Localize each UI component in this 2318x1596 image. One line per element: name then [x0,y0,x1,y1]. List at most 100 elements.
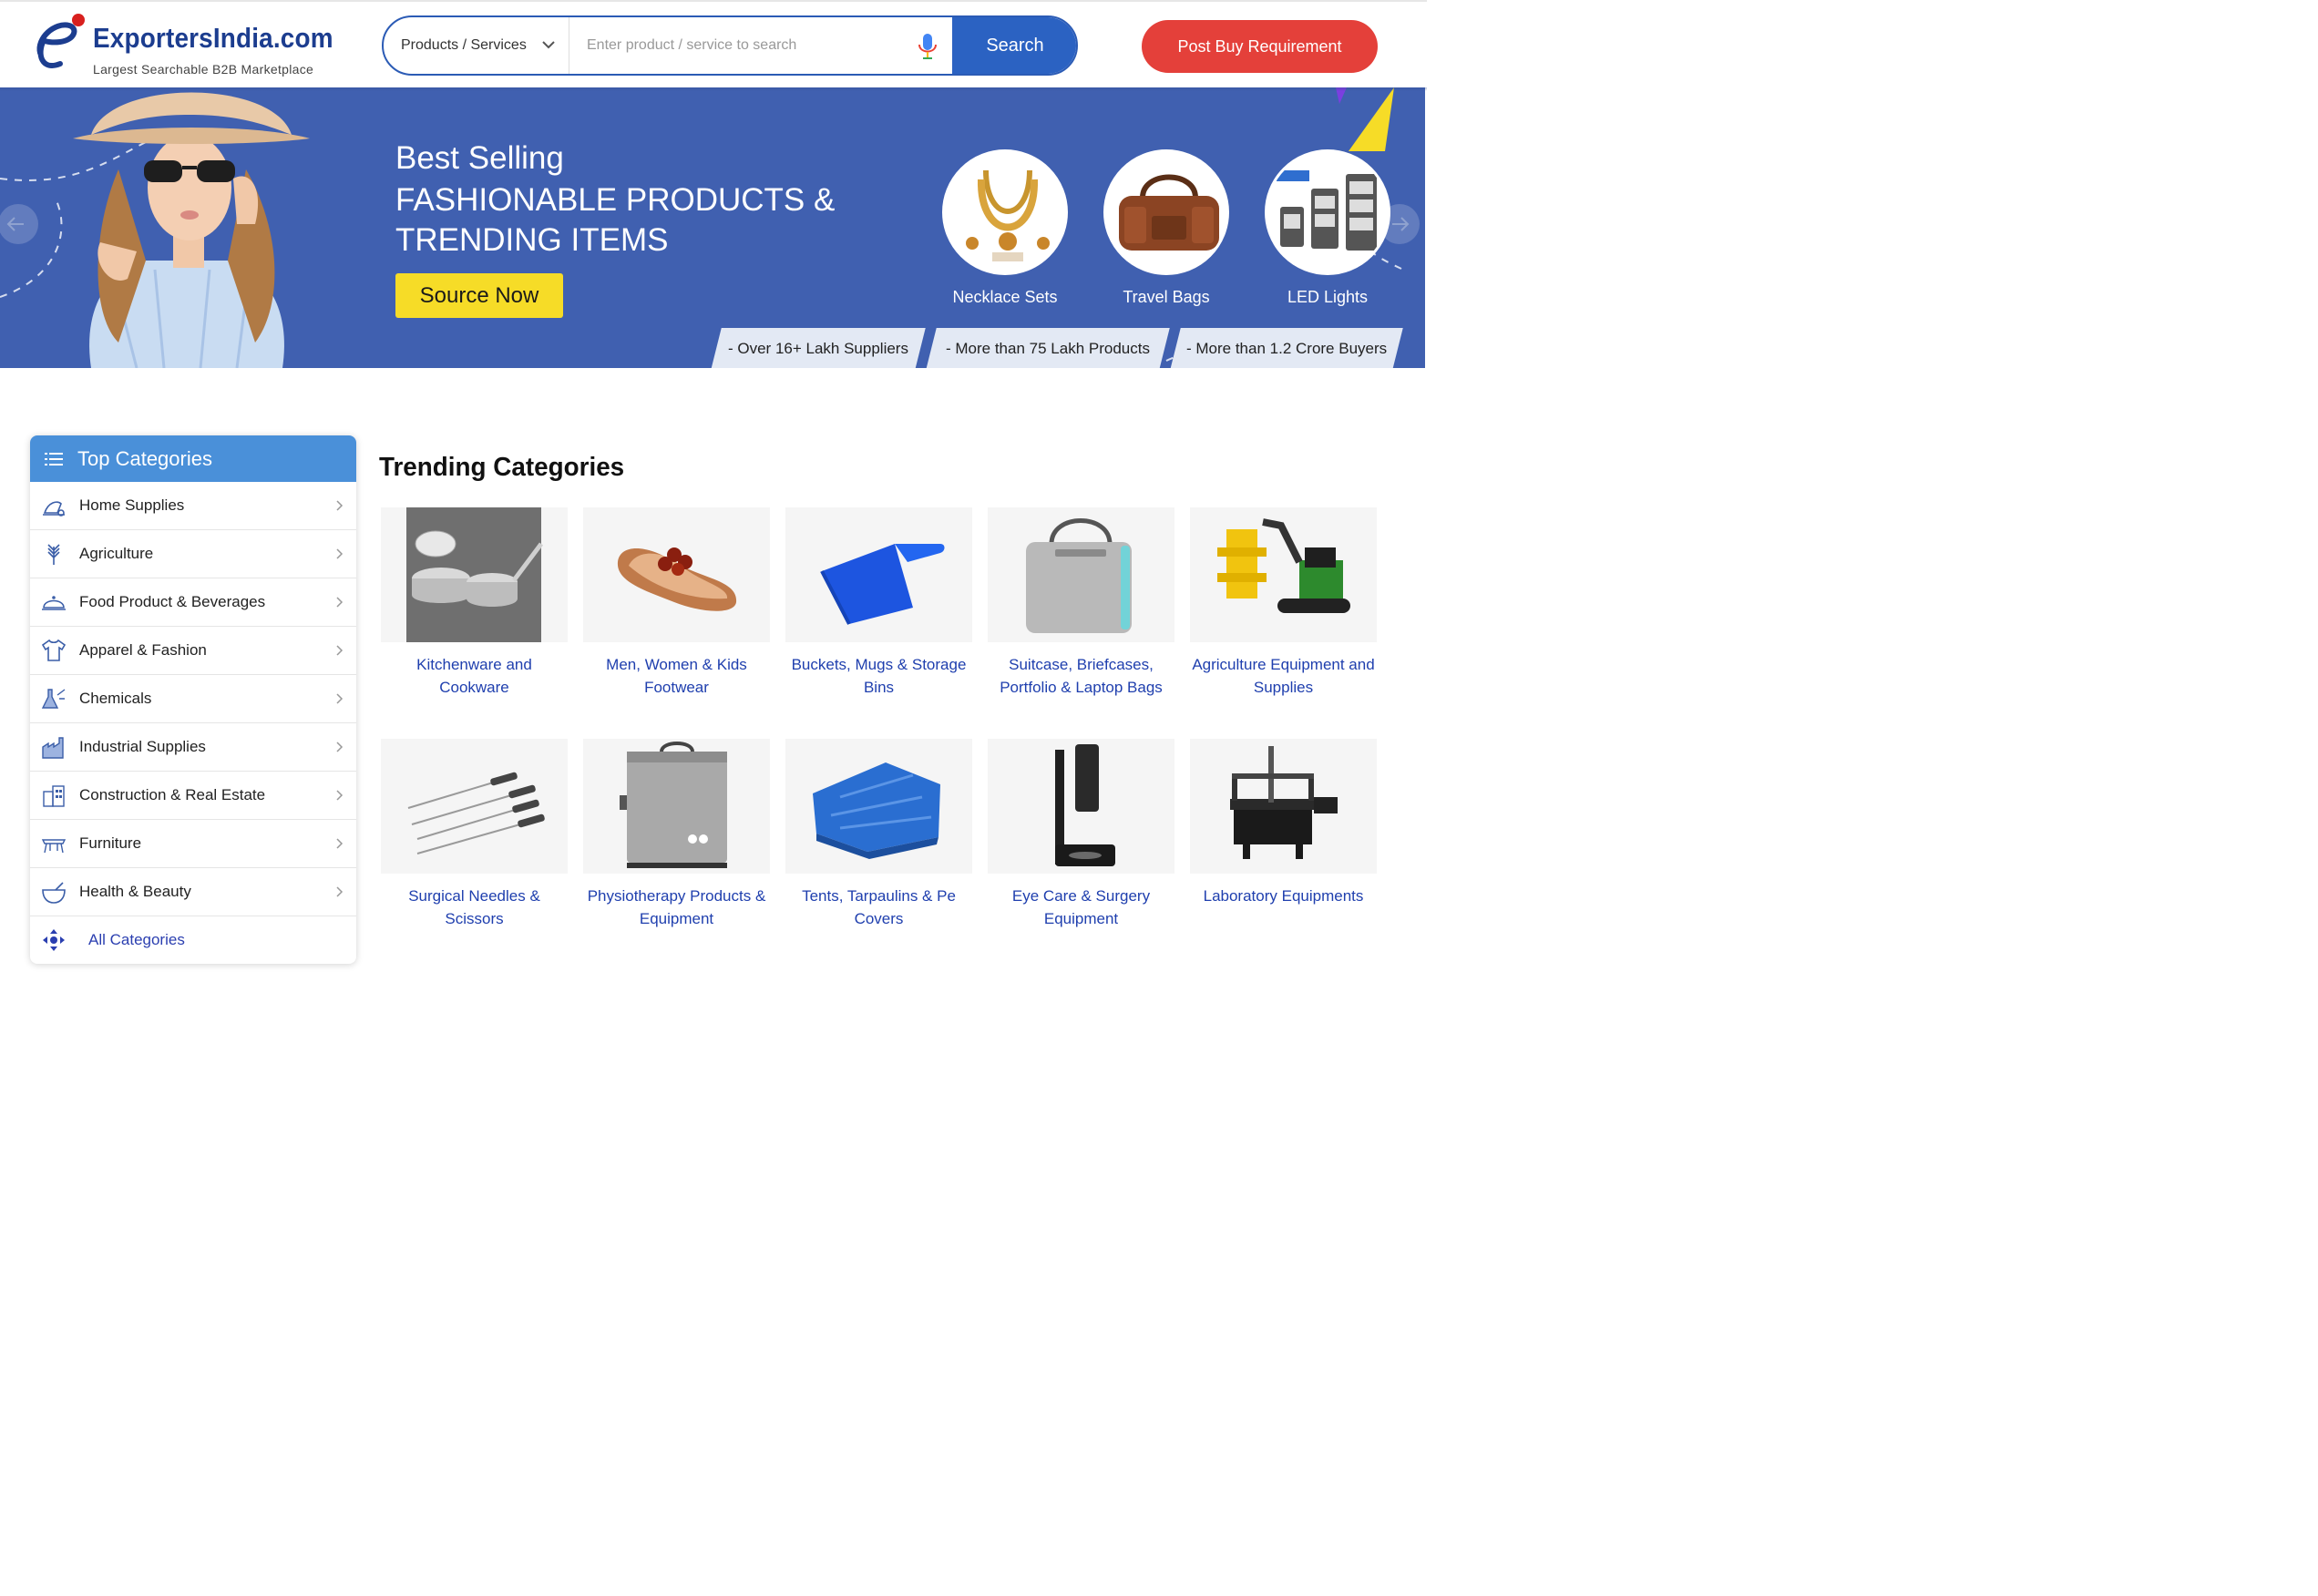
chevron-right-icon [336,742,344,752]
category-image [988,507,1174,642]
led-image [1277,170,1377,251]
sidebar-item-label: Food Product & Beverages [79,593,266,610]
top-categories-panel: Top Categories Home Supplies Agriculture… [30,435,356,964]
search-input[interactable] [570,17,953,74]
category-caption: Men, Women & Kids Footwear [606,656,747,696]
travel-bags-card[interactable] [1103,149,1229,275]
post-buy-requirement-button[interactable]: Post Buy Requirement [1142,20,1378,73]
sidebar-item-health[interactable]: Health & Beauty [30,868,356,916]
cmm-machine-image [1230,746,1338,859]
search-button[interactable]: Search [952,17,1076,74]
arrow-left-icon [6,217,24,231]
bag-image [1119,174,1219,251]
logo-e-icon [36,14,85,68]
trending-categories-title: Trending Categories [379,453,625,482]
carousel-prev-button[interactable] [0,204,38,244]
category-image [1190,507,1377,642]
stat-buyers-text: - More than 1.2 Crore Buyers [1185,340,1388,357]
category-image [381,739,568,874]
chevron-right-icon [336,500,344,511]
chevron-right-icon [336,886,344,897]
forestry-machine-image [1217,518,1350,613]
chevron-down-icon [542,41,555,49]
banner-subtitle: Best Selling [395,140,564,176]
microphone-icon[interactable] [918,32,938,61]
sidebar-item-label: Health & Beauty [79,883,191,900]
sandal-image [617,547,737,611]
chevron-right-icon [336,693,344,704]
chevron-right-icon [336,790,344,801]
health-icon [42,882,66,904]
site-logo[interactable]: ExportersIndia.com Largest Searchable B2… [27,13,333,80]
category-caption: Agriculture Equipment and Supplies [1192,656,1375,696]
category-image [583,507,770,642]
food-icon [42,596,66,610]
stat-buyers: - More than 1.2 Crore Buyers [1170,328,1403,368]
logo-text: ExportersIndia.com [93,22,333,54]
physio-unit-image [620,742,727,868]
category-caption: Tents, Tarpaulins & Pe Covers [802,887,956,927]
logo-tagline: Largest Searchable B2B Marketplace [93,62,314,77]
all-categories-link[interactable]: All Categories [30,916,356,964]
category-image [583,739,770,874]
eye-device-image [1055,744,1115,866]
necklace-sets-card[interactable] [942,149,1068,275]
led-lights-label: LED Lights [1287,288,1369,306]
source-now-button[interactable]: Source Now [395,273,563,318]
category-caption: Surgical Needles & Scissors [408,887,540,927]
category-image [785,739,972,874]
banner-model-image [73,92,310,368]
sidebar-item-furniture[interactable]: Furniture [30,820,356,868]
stat-products-text: - More than 75 Lakh Products [946,340,1150,357]
search-type-label: Products / Services [401,37,527,53]
sidebar-item-construction[interactable]: Construction & Real Estate [30,772,356,820]
sidebar-item-agriculture[interactable]: Agriculture [30,530,356,578]
construction-icon [43,785,65,807]
sidebar-item-apparel[interactable]: Apparel & Fashion [30,627,356,675]
sidebar-item-industrial[interactable]: Industrial Supplies [30,723,356,772]
tarpaulin-image [813,762,940,859]
industrial-icon [42,737,64,759]
chevron-right-icon [336,645,344,656]
category-caption: Eye Care & Surgery Equipment [1011,887,1151,927]
agriculture-icon [47,544,60,565]
sidebar-item-label: Furniture [79,834,142,852]
category-caption: Laboratory Equipments [1203,887,1364,905]
search-bar: Products / Services Search [382,15,1078,76]
category-caption: Physiotherapy Products & Equipment [587,887,766,927]
all-categories-icon [43,929,65,951]
chemicals-icon [41,689,66,709]
search-type-select[interactable]: Products / Services [384,17,569,74]
sidebar-item-label: Agriculture [79,545,154,562]
category-caption: Buckets, Mugs & Storage Bins [791,656,967,696]
sidebar-item-home-supplies[interactable]: Home Supplies [30,482,356,530]
stat-suppliers: - Over 16+ Lakh Suppliers [711,328,926,368]
sidebar-item-label: Industrial Supplies [79,738,206,755]
category-image [785,507,972,642]
travel-bags-label: Travel Bags [1123,288,1210,306]
sidebar-item-label: Home Supplies [79,496,185,514]
cookware-image [406,507,543,642]
category-image [381,507,568,642]
sidebar-item-label: Construction & Real Estate [79,786,266,803]
dustpan-image [820,544,945,625]
chevron-right-icon [336,597,344,608]
pennant-decoration [1349,87,1394,151]
apparel-icon [41,639,67,661]
chevron-right-icon [336,548,344,559]
category-caption: Suitcase, Briefcases, Portfolio & Laptop… [1000,656,1163,696]
chevron-right-icon [336,838,344,849]
top-categories-title: Top Categories [77,446,212,470]
category-image [1190,739,1377,874]
sidebar-item-food[interactable]: Food Product & Beverages [30,578,356,627]
needles-image [407,772,545,854]
led-lights-card[interactable] [1265,149,1390,275]
list-icon [45,452,63,466]
top-categories-header: Top Categories [30,435,356,482]
stat-suppliers-text: - Over 16+ Lakh Suppliers [728,340,908,357]
banner-title: FASHIONABLE PRODUCTS & TRENDING ITEMS [395,182,836,258]
site-header: ExportersIndia.com Largest Searchable B2… [0,2,1427,87]
necklace-image [966,169,1050,261]
sidebar-item-chemicals[interactable]: Chemicals [30,675,356,723]
laptop-bag-image [1026,518,1132,633]
